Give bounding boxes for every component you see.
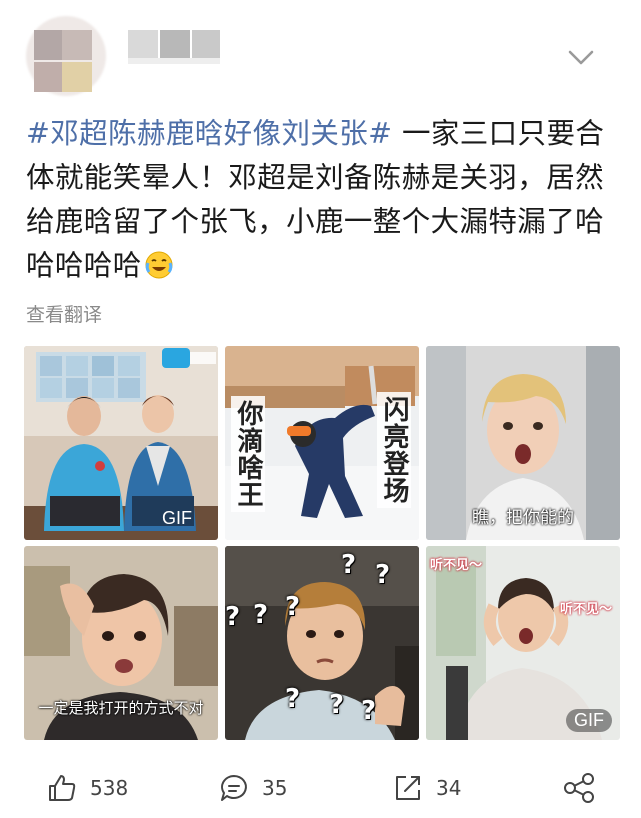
media-item[interactable]: 听不见～ 听不见～ GIF [426, 546, 620, 740]
repost-count: 34 [436, 776, 462, 800]
comment-icon [221, 775, 247, 801]
gif-badge: GIF [162, 508, 192, 528]
repost-icon [396, 776, 420, 800]
post-header [0, 0, 641, 105]
question-mark: ? [285, 684, 301, 714]
question-mark: ? [285, 592, 301, 622]
blurred-name-block [128, 30, 158, 58]
meme-label: 听不见～ [430, 558, 483, 573]
blurred-name-block [34, 30, 62, 60]
media-item[interactable]: GIF [24, 346, 218, 540]
blurred-name-block [62, 62, 92, 92]
like-count: 538 [90, 776, 129, 800]
media-item[interactable]: 瞧，把你能的 [426, 346, 620, 540]
hashtag-link[interactable]: #邓超陈赫鹿晗好像刘关张# [26, 117, 392, 150]
share-button[interactable] [562, 770, 608, 806]
meme-subtitle: 瞧，把你能的 [472, 508, 574, 528]
post-text: #邓超陈赫鹿晗好像刘关张# 一家三口只要合体就能笑晕人！邓超是刘备陈赫是关羽，居… [26, 112, 622, 288]
crying-laughing-emoji [144, 249, 174, 279]
meme-caption-right: 闪亮登场 [377, 392, 411, 508]
blurred-name-block [128, 58, 220, 64]
thumbs-up-icon [49, 775, 76, 801]
meme-subtitle: 一定是我打开的方式不对 [38, 699, 204, 717]
comment-button[interactable]: 35 [218, 770, 287, 806]
blurred-name-block [160, 30, 190, 58]
like-button[interactable]: 538 [46, 770, 128, 806]
blurred-name-block [62, 30, 92, 60]
chevron-down-icon[interactable] [566, 46, 596, 70]
media-grid: GIF 你滴啥王 闪亮登场 瞧，把你能的 一定是我打开的方式不对 ? ? ? ?… [24, 346, 620, 740]
media-item[interactable]: 一定是我打开的方式不对 [24, 546, 218, 740]
question-mark: ? [361, 696, 377, 726]
media-item[interactable]: 你滴啥王 闪亮登场 [225, 346, 419, 540]
blurred-name-block [192, 30, 220, 58]
gif-badge: GIF [566, 709, 612, 732]
repost-button[interactable]: 34 [392, 770, 461, 806]
question-mark: ? [341, 550, 357, 580]
question-mark: ? [225, 602, 241, 632]
meme-label: 听不见～ [560, 602, 613, 617]
action-bar: 538 35 34 [0, 760, 641, 818]
translate-link[interactable]: 查看翻译 [26, 300, 102, 327]
question-mark: ? [375, 560, 391, 590]
blurred-name-block [34, 62, 62, 92]
comment-count: 35 [262, 776, 288, 800]
question-mark: ? [253, 600, 269, 630]
share-icon [564, 773, 594, 803]
question-mark: ? [329, 690, 345, 720]
media-item[interactable]: ? ? ? ? ? ? ? ? [225, 546, 419, 740]
meme-caption-left: 你滴啥王 [231, 396, 265, 512]
